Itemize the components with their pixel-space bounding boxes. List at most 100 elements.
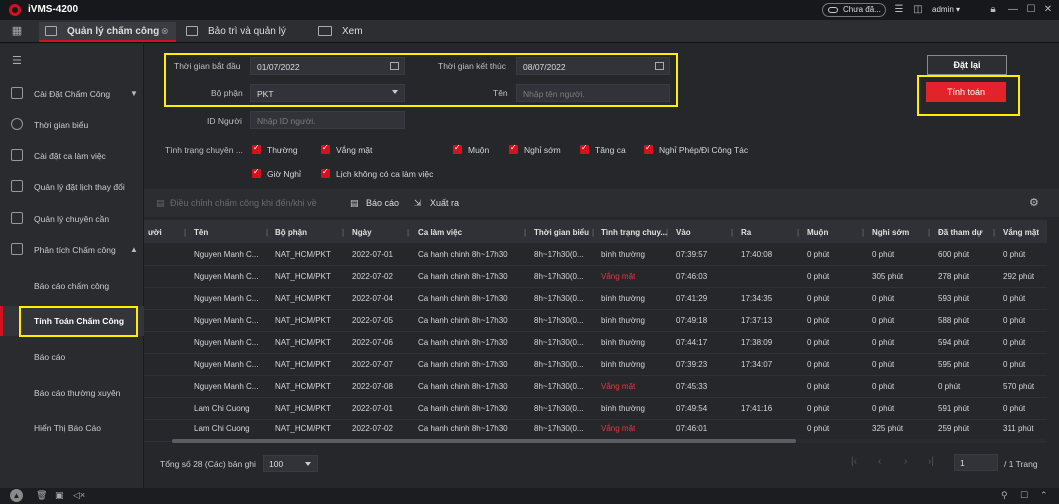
scrollbar-thumb[interactable] <box>172 439 796 443</box>
collapse-icon[interactable]: ⌃ <box>1040 490 1048 501</box>
restore-icon[interactable]: ☐ <box>1020 490 1028 501</box>
calendar-icon[interactable] <box>655 62 664 70</box>
checkbox-break[interactable] <box>252 167 261 178</box>
person-id-input[interactable]: Nhập ID người. <box>250 111 405 129</box>
checkbox-label: Thường <box>267 145 298 155</box>
lock-icon[interactable]: 🔒︎ <box>988 5 998 15</box>
record-count: Tổng số 28 (Các) bản ghi <box>160 459 256 469</box>
cell-attended: 594 phút <box>938 338 970 347</box>
checkbox-no-shift[interactable] <box>321 167 330 178</box>
checkbox-early-leave[interactable] <box>509 143 518 154</box>
trash-icon[interactable]: 🗑︎ <box>36 490 47 501</box>
cell-date: 2022-07-04 <box>352 294 393 303</box>
checkbox-leave[interactable] <box>644 143 653 154</box>
sidebar-item-attendance-mgmt[interactable]: Quản lý chuyên cần <box>0 204 144 234</box>
column-header[interactable]: Bộ phận <box>275 228 307 237</box>
cell-early: 0 phút <box>872 316 895 325</box>
sidebar-item-attendance-analysis[interactable]: Phân tích Chấm công ▲ <box>0 235 144 265</box>
cell-early: 0 phút <box>872 294 895 303</box>
reset-button[interactable]: Đặt lại <box>927 55 1007 75</box>
cell-status: bình thường <box>601 404 645 413</box>
maximize-icon[interactable]: ☐ <box>1026 5 1036 15</box>
attendance-status-label: Tình trạng chuyên ... <box>165 145 243 155</box>
column-header[interactable]: Vắng mặt <box>1003 228 1039 237</box>
sidebar-item-regular-report[interactable]: Báo cáo thường xuyên <box>0 378 144 408</box>
cell-date: 2022-07-05 <box>352 316 393 325</box>
tab-close-icon[interactable]: ⊗ <box>161 26 169 37</box>
close-icon[interactable]: ✕ <box>1043 5 1053 15</box>
first-page-icon[interactable]: |‹ <box>851 456 857 467</box>
sidebar-item-attendance-settings[interactable]: Cài Đặt Chấm Công ▼ <box>0 79 144 109</box>
column-header[interactable]: Nghỉ sớm <box>872 228 909 237</box>
checkbox-late[interactable] <box>453 143 462 154</box>
cell-shift: Ca hanh chinh 8h~17h30 <box>418 360 508 369</box>
menu-toggle-icon[interactable]: ☰ <box>12 54 22 67</box>
page-number-input[interactable]: 1 <box>954 454 998 471</box>
column-header[interactable]: Đã tham dự <box>938 228 982 237</box>
tab-view[interactable]: Xem <box>312 22 392 42</box>
next-page-icon[interactable]: › <box>904 456 907 467</box>
column-header[interactable]: Vào <box>676 228 691 237</box>
cell-early: 325 phút <box>872 424 904 433</box>
cell-in: 07:46:03 <box>676 272 708 281</box>
prev-page-icon[interactable]: ‹ <box>878 456 881 467</box>
department-select[interactable]: PKT <box>250 84 405 102</box>
minimize-icon[interactable]: — <box>1008 5 1018 15</box>
window-icon[interactable]: ▣ <box>55 490 64 501</box>
cell-name: Lam Chi Cuong <box>194 424 250 433</box>
cell-late: 0 phút <box>807 404 830 413</box>
cell-absent: 311 phút <box>1003 424 1034 433</box>
column-header[interactable]: Ngày <box>352 228 372 237</box>
cell-date: 2022-07-02 <box>352 424 393 433</box>
adjust-attendance-button[interactable]: Điều chỉnh chấm công khi đến/khi về <box>170 198 317 208</box>
export-icon: ⇲ <box>414 198 422 208</box>
cell-out: 17:40:08 <box>741 250 773 259</box>
checkbox-absent[interactable] <box>321 143 330 154</box>
alert-icon[interactable]: ▲ <box>10 489 23 502</box>
column-header[interactable]: ười <box>148 228 162 237</box>
cell-out: 17:38:09 <box>741 338 773 347</box>
cell-shift: Ca hanh chinh 8h~17h30 <box>418 272 508 281</box>
sidebar-item-report-display[interactable]: Hiển Thị Báo Cáo <box>0 413 144 443</box>
export-button[interactable]: Xuất ra <box>430 198 459 208</box>
name-input[interactable]: Nhập tên người. <box>516 84 670 102</box>
page-size-select[interactable]: 100 <box>263 455 318 472</box>
column-header[interactable]: Tên <box>194 228 208 237</box>
column-header[interactable]: Tình trạng chuy... <box>601 228 667 237</box>
checkbox-overtime[interactable] <box>580 143 589 154</box>
user-menu[interactable]: admin ▾ <box>932 5 960 14</box>
sidebar-item-timetable[interactable]: Thời gian biểu <box>0 110 144 140</box>
status-bar <box>0 488 1059 504</box>
sidebar-item-attendance-report[interactable]: Báo cáo chấm công <box>0 271 144 301</box>
home-grid-icon[interactable]: ▦ <box>6 24 28 40</box>
sidebar-item-schedule[interactable]: Quản lý đặt lịch thay đổi <box>0 172 144 202</box>
checkbox-normal[interactable] <box>252 143 261 154</box>
cell-out: 17:41:16 <box>741 404 773 413</box>
mute-icon[interactable]: ◁× <box>73 490 85 501</box>
camera-icon <box>318 26 332 36</box>
report-button[interactable]: Báo cáo <box>366 198 399 208</box>
cloud-status-button[interactable]: Chưa đă... <box>822 3 886 17</box>
calendar-icon[interactable] <box>390 62 399 70</box>
column-header[interactable]: Thời gian biểu <box>534 228 589 237</box>
cell-attended: 600 phút <box>938 250 970 259</box>
tab-maintenance[interactable]: Bảo trì và quản lý <box>180 22 300 42</box>
sidebar-item-report[interactable]: Báo cáo <box>0 342 144 372</box>
start-time-input[interactable]: 01/07/2022 <box>250 57 405 75</box>
column-header[interactable]: Ra <box>741 228 751 237</box>
end-time-input[interactable]: 08/07/2022 <box>516 57 670 75</box>
last-page-icon[interactable]: ›| <box>928 456 934 467</box>
gear-icon[interactable]: ⚙ <box>1029 196 1039 209</box>
sidebar-item-shift-settings[interactable]: Cài đặt ca làm việc <box>0 141 144 171</box>
list-icon[interactable]: ☰ <box>894 5 904 15</box>
calculate-button[interactable]: Tính toán <box>926 82 1006 102</box>
column-header[interactable]: Ca làm việc <box>418 228 462 237</box>
column-header[interactable]: Muộn <box>807 228 828 237</box>
cell-attended: 259 phút <box>938 424 970 433</box>
cell-name: Nguyen Manh C... <box>194 272 259 281</box>
pin-icon[interactable]: ⚲ <box>1001 490 1008 501</box>
tab-attendance-management[interactable]: Quản lý chấm công ⊗ <box>39 22 176 42</box>
cell-timetable: 8h~17h30(0... <box>534 382 584 391</box>
cell-in: 07:44:17 <box>676 338 708 347</box>
cell-out: 17:34:07 <box>741 360 773 369</box>
